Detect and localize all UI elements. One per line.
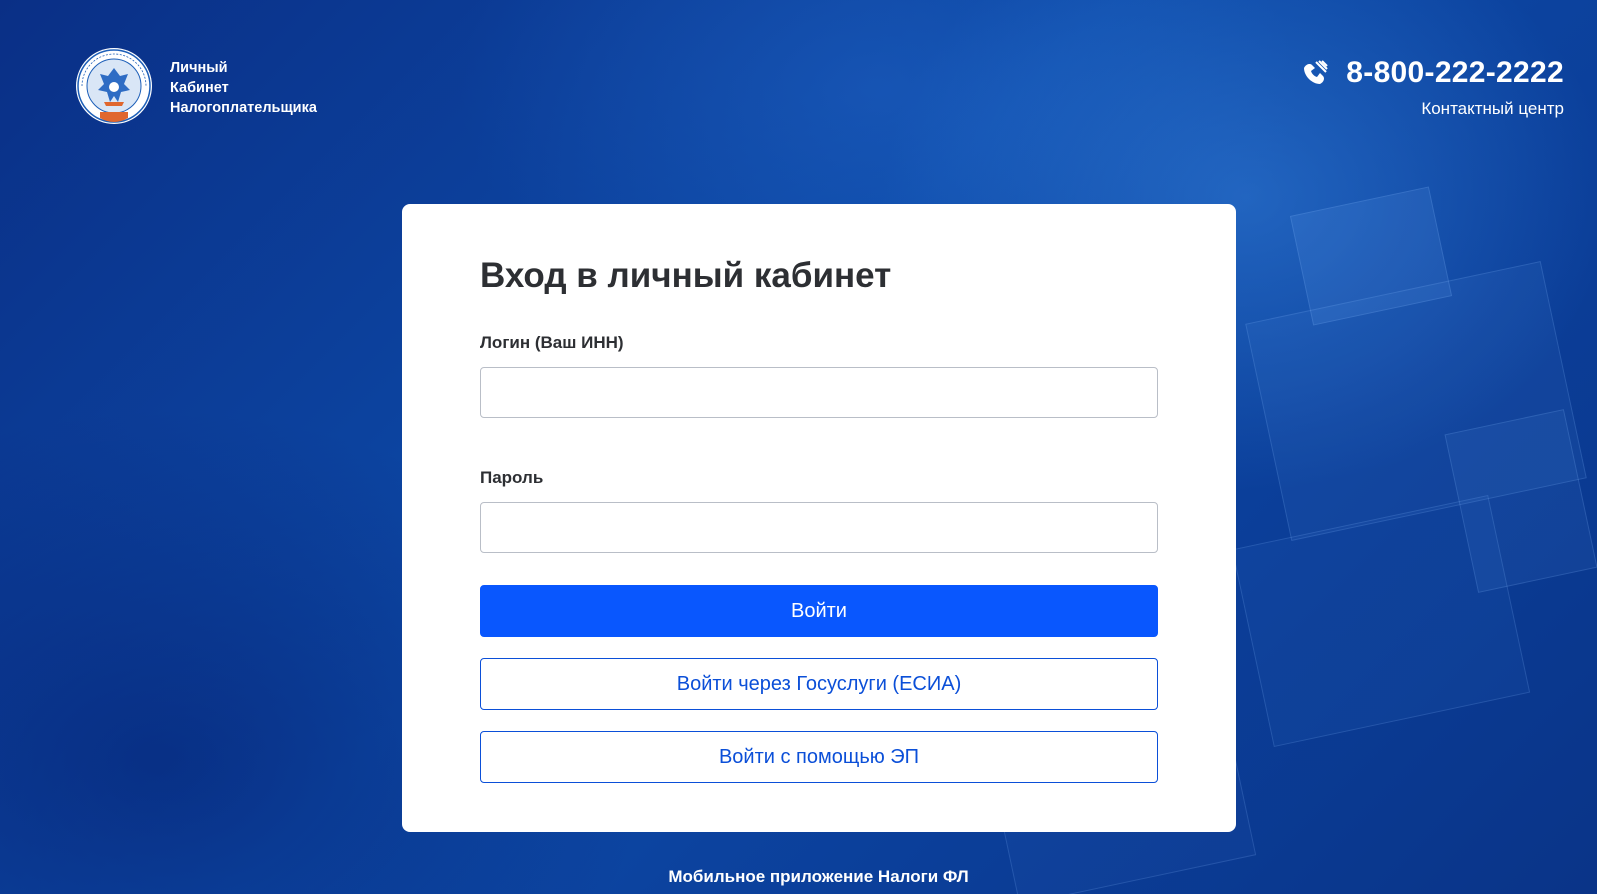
fns-emblem-icon xyxy=(74,46,154,130)
brand-line-2: Кабинет xyxy=(170,80,229,96)
brand-line-3: Налогоплательщика xyxy=(170,100,317,116)
login-label: Логин (Ваш ИНН) xyxy=(480,333,624,352)
page-title: Вход в личный кабинет xyxy=(480,256,892,295)
brand-line-1: Личный xyxy=(170,60,228,76)
password-label: Пароль xyxy=(480,468,544,487)
mobile-app-section: Мобильное приложение Налоги ФЛ xyxy=(0,866,1597,888)
login-card: Вход в личный кабинет Логин (Ваш ИНН) Па… xyxy=(402,204,1236,832)
login-submit-button[interactable]: Войти xyxy=(480,585,1158,637)
brand-title: Личный Кабинет Налогоплательщика xyxy=(170,58,317,118)
mobile-app-link[interactable]: Мобильное приложение Налоги ФЛ xyxy=(668,867,968,886)
login-input[interactable] xyxy=(480,367,1158,418)
password-input[interactable] xyxy=(480,502,1158,553)
phone-number[interactable]: 8-800-222-2222 xyxy=(1346,56,1564,90)
phone-hands-icon xyxy=(1300,58,1330,88)
brand-logo-link[interactable]: Личный Кабинет Налогоплательщика xyxy=(74,46,317,130)
ep-login-button[interactable]: Войти с помощью ЭП xyxy=(480,731,1158,783)
contact-center: 8-800-222-2222 Контактный центр xyxy=(1300,56,1564,120)
gosuslugi-login-button[interactable]: Войти через Госуслуги (ЕСИА) xyxy=(480,658,1158,710)
contact-center-label: Контактный центр xyxy=(1421,99,1564,118)
login-page: Личный Кабинет Налогоплательщика 8-800-2… xyxy=(0,0,1597,894)
